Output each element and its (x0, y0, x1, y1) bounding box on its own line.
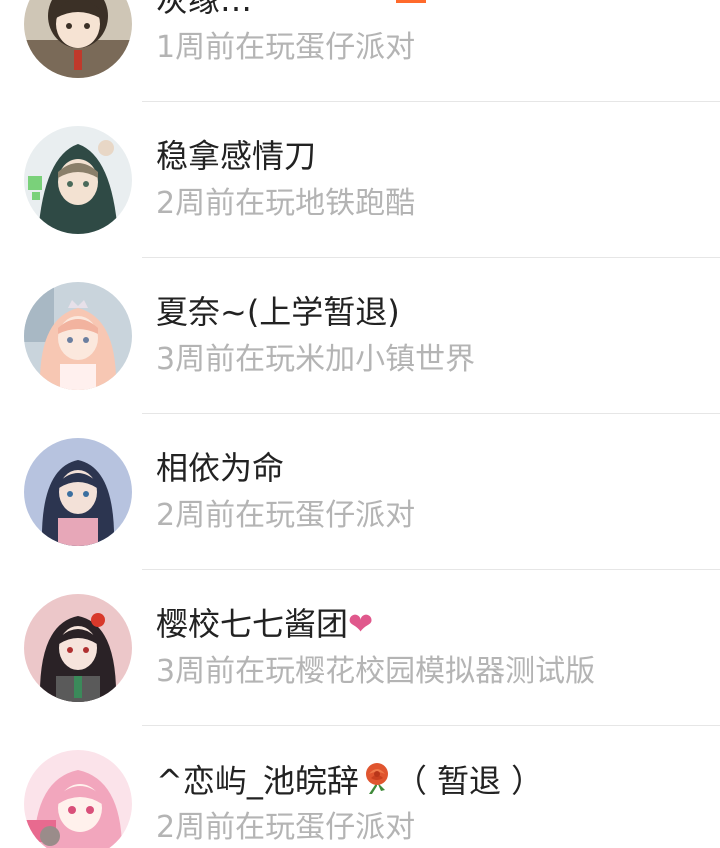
avatar[interactable] (24, 0, 132, 78)
avatar[interactable] (24, 282, 132, 390)
avatar[interactable] (24, 594, 132, 702)
contact-status: 2周前在玩蛋仔派对 (156, 810, 416, 845)
contact-row[interactable]: 稳拿感情刀 2周前在玩地铁跑酷 (0, 102, 720, 258)
contact-name: 夏奈~(上学暂退) (156, 293, 400, 331)
contact-name: 稳拿感情刀 (156, 137, 317, 175)
contact-row[interactable]: 灰缘… 1周前在玩蛋仔派对 (0, 0, 720, 102)
contact-status: 2周前在玩蛋仔派对 (156, 498, 416, 533)
contact-name: 相依为命 (156, 449, 285, 487)
contact-list-screen: 灰缘… 1周前在玩蛋仔派对 稳拿感情刀 2周前在玩地铁跑酷 夏奈~(上学暂退) … (0, 0, 720, 848)
contact-name: 灰缘… (156, 0, 253, 19)
contact-row[interactable]: 相依为命 2周前在玩蛋仔派对 (0, 414, 720, 570)
contact-name: ^恋屿_池皖辞 （ 暂退 ） (156, 762, 544, 800)
contact-status: 2周前在玩地铁跑酷 (156, 186, 416, 221)
avatar[interactable] (24, 126, 132, 234)
contact-name: 樱校七七酱团❤ (156, 605, 374, 643)
contact-row[interactable]: 樱校七七酱团❤ 3周前在玩樱花校园模拟器测试版 (0, 570, 720, 726)
contact-status: 1周前在玩蛋仔派对 (156, 30, 416, 65)
rose-icon (365, 763, 388, 794)
contact-list: 灰缘… 1周前在玩蛋仔派对 稳拿感情刀 2周前在玩地铁跑酷 夏奈~(上学暂退) … (0, 0, 720, 848)
heart-icon: ❤ (348, 607, 374, 642)
contact-row[interactable]: ^恋屿_池皖辞 （ 暂退 ） 2周前在玩蛋仔派对 (0, 726, 720, 848)
avatar[interactable] (24, 438, 132, 546)
contact-status: 3周前在玩樱花校园模拟器测试版 (156, 654, 596, 689)
contact-status: 3周前在玩米加小镇世界 (156, 342, 476, 377)
avatar[interactable] (24, 750, 132, 848)
contact-row[interactable]: 夏奈~(上学暂退) 3周前在玩米加小镇世界 (0, 258, 720, 414)
